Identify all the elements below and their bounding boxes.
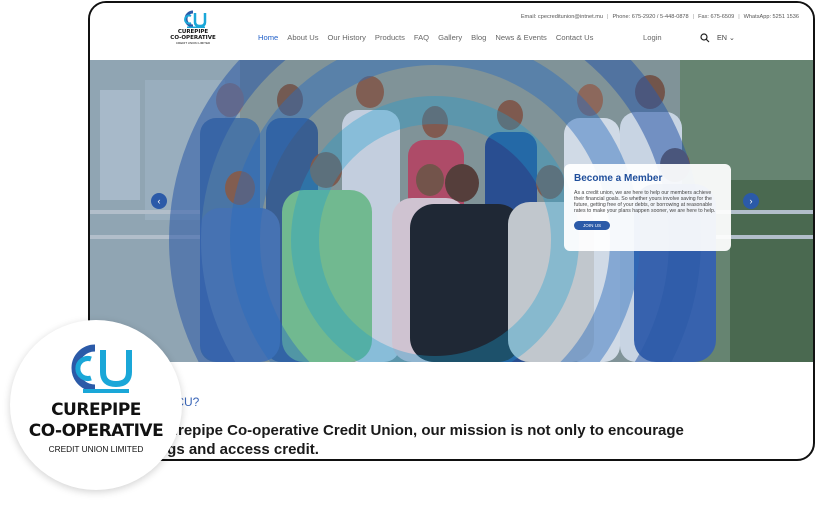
card-title: Become a Member <box>574 173 663 184</box>
nav-item-our-history[interactable]: Our History <box>328 33 366 42</box>
site-logo[interactable]: CUREPIPE CO-OPERATIVE CREDIT UNION LIMIT… <box>170 9 216 45</box>
carousel-next-button[interactable]: › <box>743 193 759 209</box>
nav-item-blog[interactable]: Blog <box>471 33 486 42</box>
join-us-button[interactable]: JOIN US <box>574 221 611 230</box>
logo-mark <box>184 10 207 28</box>
chevron-right-icon: › <box>749 196 753 206</box>
nav-item-about-us[interactable]: About Us <box>287 33 318 42</box>
main-nav: Home About Us Our History Products FAQ G… <box>258 33 593 42</box>
contact-whatsapp: WhatsApp: 5251 1536 <box>743 14 799 20</box>
hero-carousel: ‹ › Become a Member As a credit union, w… <box>90 60 813 362</box>
nav-item-news-events[interactable]: News & Events <box>495 33 547 42</box>
logo-mark-large <box>71 344 132 393</box>
nav-item-products[interactable]: Products <box>375 33 405 42</box>
contact-bar: Email: cpecreditunion@intnet.mu | Phone: 6… <box>521 14 799 20</box>
nav-item-faq[interactable]: FAQ <box>414 33 429 42</box>
badge-line3: CREDIT UNION LIMITED <box>48 444 144 454</box>
site-header: CUREPIPE CO-OPERATIVE CREDIT UNION LIMIT… <box>90 3 813 61</box>
separator: | <box>692 14 695 20</box>
logo-badge: CUREPIPE CO-OPERATIVE CREDIT UNION LIMIT… <box>10 320 182 490</box>
search-icon[interactable] <box>700 33 710 43</box>
language-label: EN <box>717 33 727 42</box>
mission-line: Curepipe Co-operative Credit Union, our … <box>158 422 684 458</box>
contact-phone: Phone: 675-2920 / 5-448-0878 <box>612 14 689 20</box>
nav-item-gallery[interactable]: Gallery <box>438 33 462 42</box>
separator: | <box>738 14 740 20</box>
login-link[interactable]: Login <box>643 33 662 42</box>
badge-line2: CO-OPERATIVE <box>28 421 164 441</box>
logo-line3: CREDIT UNION LIMITED <box>175 41 211 45</box>
card-text: As a credit union, we are here to help o… <box>574 190 716 214</box>
contact-email[interactable]: Email: cpecreditunion@intnet.mu <box>521 14 603 20</box>
chevron-left-icon: ‹ <box>157 196 161 206</box>
mission-text: Curepipe Co-operative Credit Union, our … <box>158 421 684 459</box>
carousel-prev-button[interactable]: ‹ <box>151 193 167 209</box>
language-selector[interactable]: EN ⌄ <box>717 33 735 42</box>
nav-item-home[interactable]: Home <box>258 33 278 42</box>
chevron-down-icon: ⌄ <box>729 33 736 42</box>
browser-frame: CUREPIPE CO-OPERATIVE CREDIT UNION LIMIT… <box>88 1 815 461</box>
contact-fax: Fax: 675-6509 <box>698 14 735 20</box>
badge-line1: CUREPIPE <box>51 400 141 420</box>
separator: | <box>607 14 609 20</box>
become-member-card: Become a Member As a credit union, we ar… <box>564 164 731 251</box>
nav-item-contact-us[interactable]: Contact Us <box>556 33 594 42</box>
